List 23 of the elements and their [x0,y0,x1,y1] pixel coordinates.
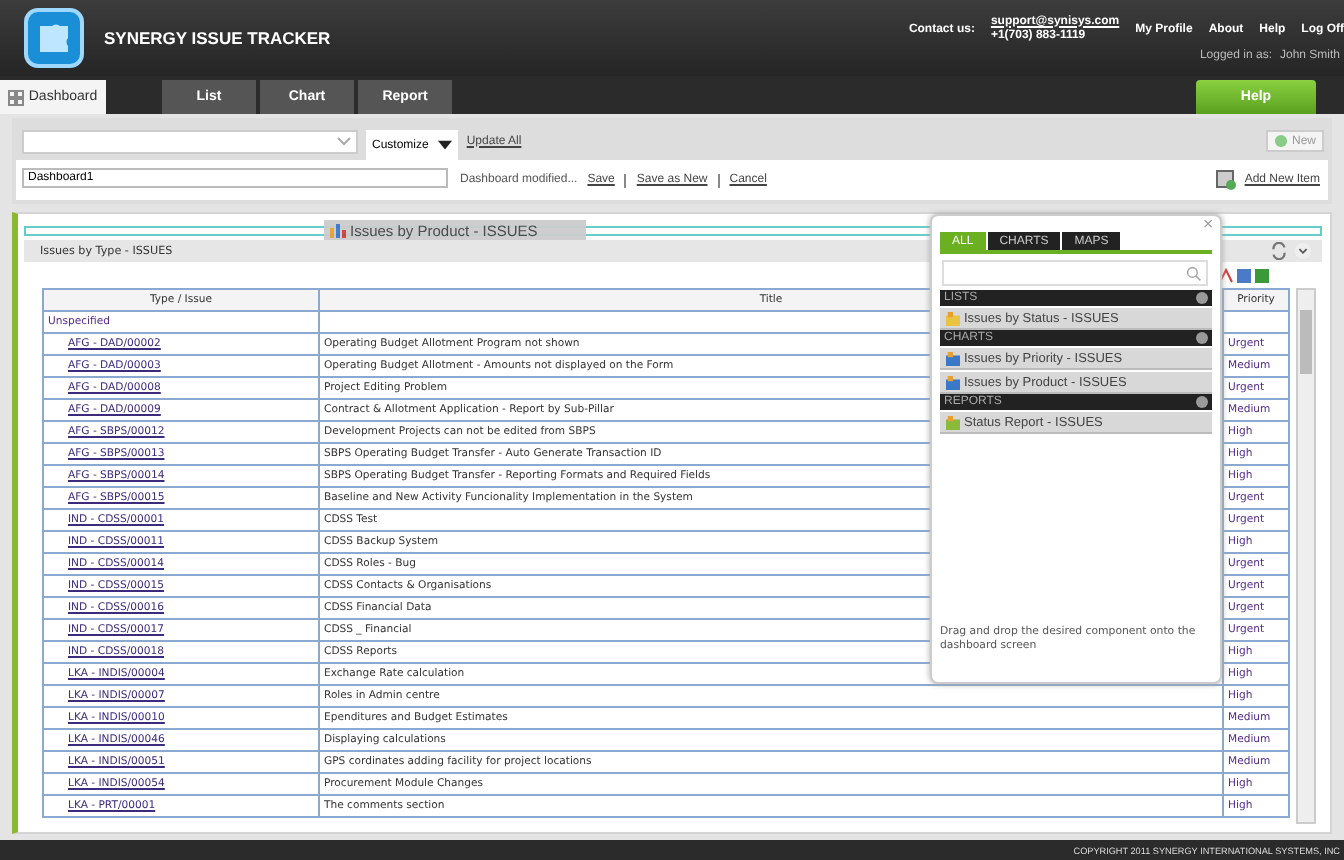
dropdown-icon [336,135,352,147]
scrollbar[interactable] [1296,288,1316,824]
collapse-icon[interactable] [1196,292,1208,304]
chevron-icon[interactable] [1294,242,1312,260]
chart-icon [330,222,346,238]
chart-item-icon [946,351,960,365]
chart-item-icon [946,375,960,389]
scroll-thumb[interactable] [1300,310,1312,374]
search-field[interactable] [942,260,1208,286]
new-icon [1273,134,1288,148]
collapse-icon[interactable] [1196,332,1208,344]
app-title: SYNERGY ISSUE TRACKER [104,28,331,48]
excel-icon[interactable] [1254,268,1270,284]
search-icon [1186,265,1202,281]
report-item-icon [946,415,960,429]
refresh-icon[interactable] [1270,242,1288,260]
list-item-icon [946,311,960,325]
add-item-icon [1216,170,1237,190]
word-icon[interactable] [1236,268,1252,284]
collapse-icon[interactable] [1196,396,1208,408]
grid-icon [8,89,25,105]
puzzle-logo-icon [24,8,84,68]
caret-icon [438,140,453,150]
